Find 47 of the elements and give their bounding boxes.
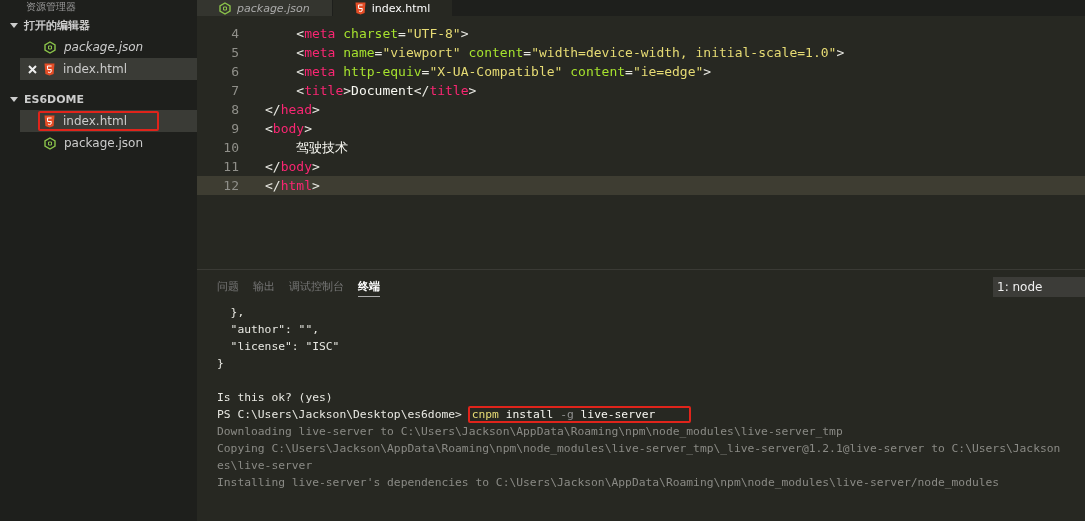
hexagon-file-icon	[219, 1, 231, 15]
terminal-line: Is this ok? (yes)	[217, 390, 334, 406]
file-item[interactable]: package.json	[0, 132, 197, 154]
terminal-line: Copying C:\Users\Jackson\AppData\Roaming\npm\node_modules\live-server_tmp\_live-server@1.2.1@live-server to C:\Users\Jackson	[217, 441, 1062, 457]
file-item[interactable]: index.html	[20, 110, 197, 132]
file-item[interactable]: package.json	[0, 36, 197, 58]
sidebar-title: 资源管理器	[25, 0, 77, 14]
file-item[interactable]: index.html	[20, 58, 197, 80]
hexagon-file-icon	[44, 136, 56, 150]
code-line: <meta charset="UTF-8">	[295, 25, 469, 43]
terminal-command: cnpm install -g live-server	[467, 406, 692, 423]
code-line: </body>	[264, 158, 320, 176]
line-number: 9	[230, 120, 239, 138]
code-line: </html>	[264, 177, 320, 195]
panel-tab[interactable]: 终端	[358, 277, 380, 297]
terminal-select[interactable]: 1: node	[993, 277, 1085, 297]
editor-tab[interactable]: index.html	[332, 0, 454, 16]
html-file-icon	[44, 62, 55, 76]
terminal-line: Downloading live-server to C:\Users\Jackson\AppData\Roaming\npm\node_modules\live-server_tmp	[217, 424, 844, 440]
html-file-icon	[354, 1, 366, 15]
terminal-line: }	[217, 356, 225, 372]
line-number: 7	[230, 82, 239, 100]
editor-tab[interactable]: package.json	[197, 0, 333, 16]
code-line: 驾驶技术	[295, 139, 349, 157]
line-number: 5	[230, 44, 239, 62]
terminal-prompt: PS C:\Users\Jackson\Desktop\es6dome>	[217, 408, 462, 421]
code-line: <meta http-equiv="X-UA-Compatible" content="ie=edge">	[295, 63, 712, 81]
terminal-line: Installing live-server's dependencies to C:\Users\Jackson\AppData\Roaming\npm\node_modules\live-server/node_modules	[217, 475, 1001, 491]
code-line: <body>	[264, 120, 312, 138]
close-icon[interactable]	[28, 64, 37, 74]
terminal-line: es\live-server	[217, 458, 314, 474]
line-number: 4	[230, 25, 239, 43]
section-header[interactable]: 打开的编辑器	[0, 14, 197, 36]
code-line: <meta name="viewport" content="width=device-width, initial-scale=1.0">	[295, 44, 845, 62]
section-header[interactable]: ES6DOME	[0, 88, 197, 110]
line-number: 8	[230, 101, 239, 119]
terminal-line: "author": "",	[229, 322, 321, 338]
terminal-line: },	[229, 305, 246, 321]
line-number: 10	[222, 139, 239, 157]
line-number: 12	[222, 177, 239, 195]
code-line: </head>	[264, 101, 320, 119]
terminal-line: "license": "ISC"	[229, 339, 341, 355]
html-file-icon	[44, 114, 55, 128]
code-line: <title>Document</title>	[295, 82, 477, 100]
line-number: 6	[230, 63, 239, 81]
hexagon-file-icon	[44, 40, 56, 54]
line-number: 11	[222, 158, 239, 176]
